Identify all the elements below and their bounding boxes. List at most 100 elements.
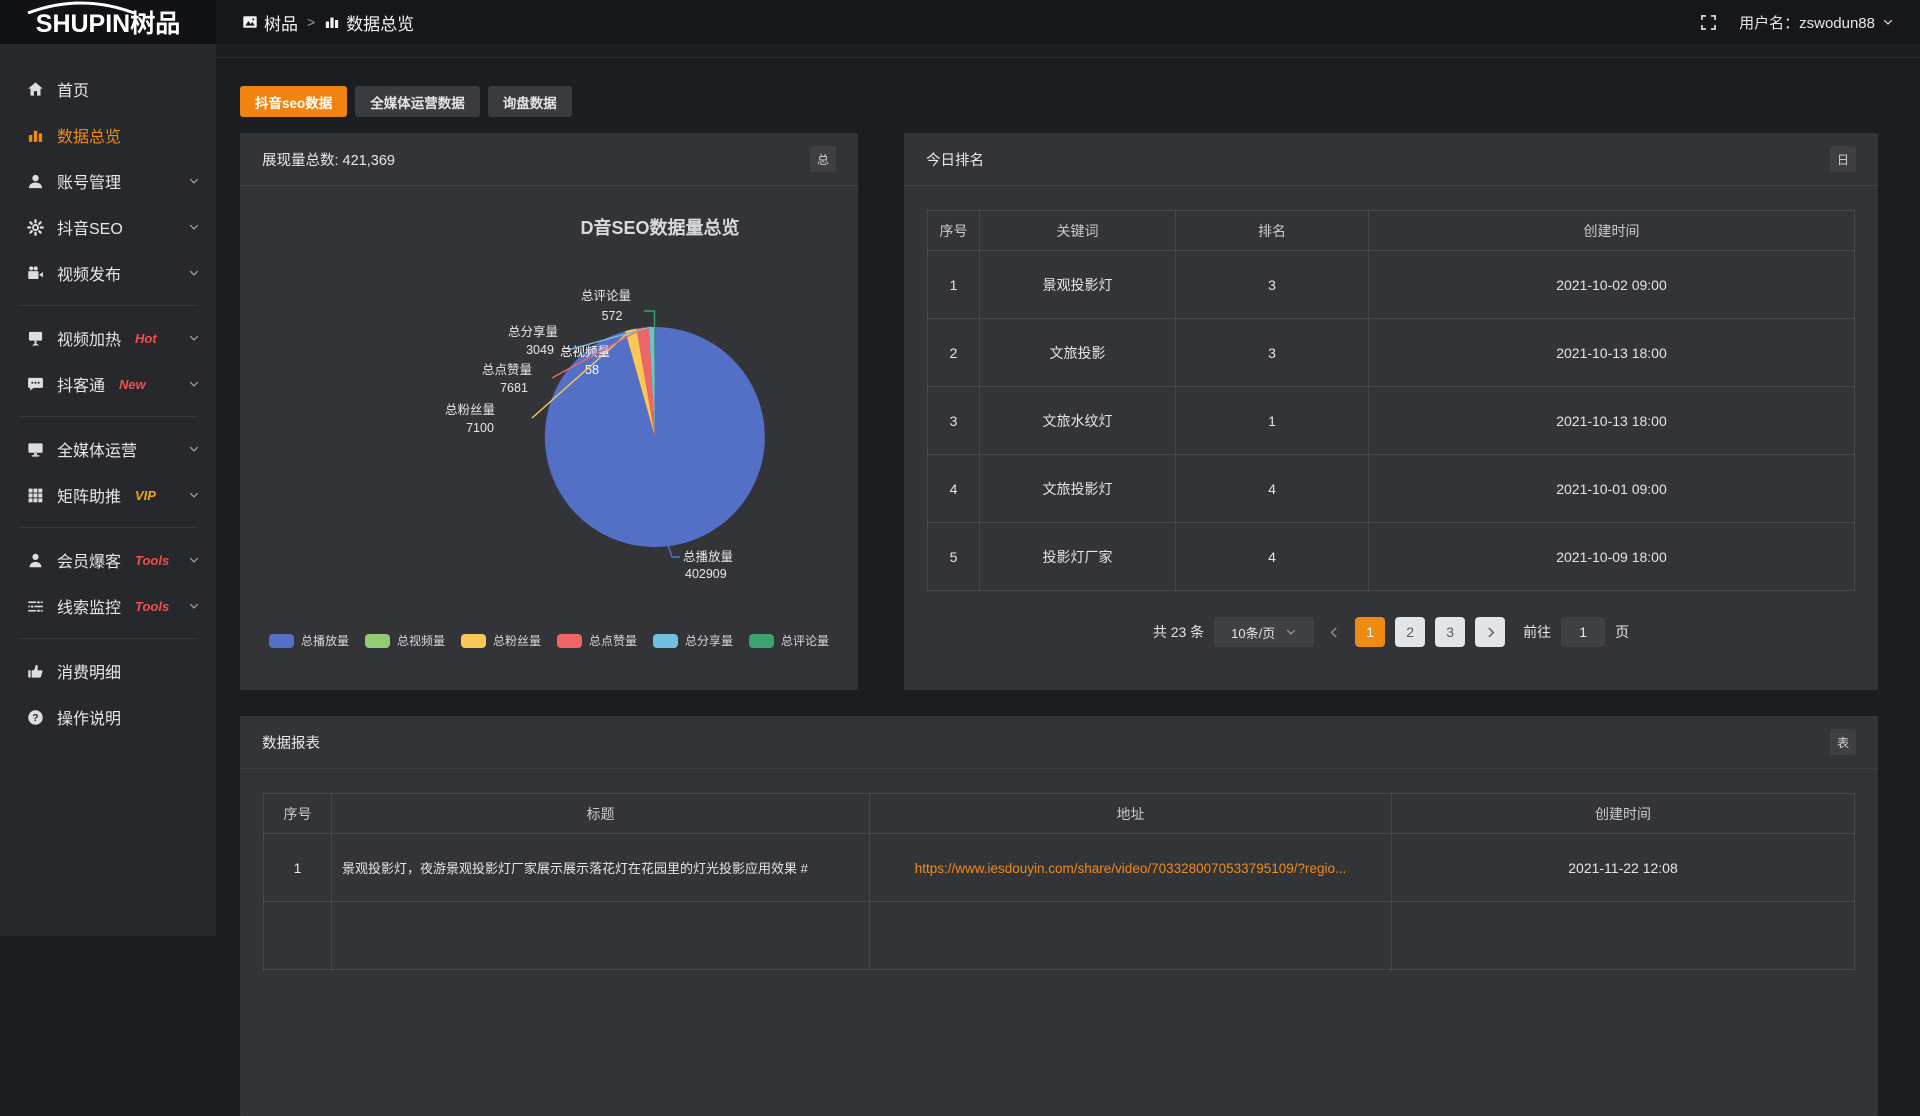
pie-label-value: 7100 [466, 421, 494, 435]
chevron-down-icon [1882, 16, 1894, 28]
page-button-2[interactable]: 2 [1395, 617, 1425, 647]
table-row: 3文旅水纹灯12021-10-13 18:00 [928, 387, 1855, 455]
user-menu[interactable]: 用户名：zswodun88 [1739, 12, 1894, 33]
tab-3[interactable]: 询盘数据 [488, 86, 572, 117]
table-cell: 1 [1176, 387, 1369, 455]
legend-item[interactable]: 总评论量 [749, 632, 829, 649]
sidebar-item-1[interactable]: 首页 [0, 66, 216, 112]
sidebar-item-6[interactable]: 视频加热 Hot [0, 315, 216, 361]
goto-page-input[interactable] [1561, 617, 1605, 647]
total-badge-button[interactable]: 总 [810, 146, 836, 172]
page-button-3[interactable]: 3 [1435, 617, 1465, 647]
legend-item[interactable]: 总点赞量 [557, 632, 637, 649]
sidebar-item-badge: Hot [135, 331, 157, 346]
ranking-header-row: 序号关键词排名创建时间 [928, 211, 1855, 251]
thumb-up-icon [27, 663, 44, 680]
sidebar-item-10[interactable]: 会员爆客 Tools [0, 537, 216, 583]
sidebar-item-9[interactable]: 矩阵助推VIP [0, 472, 216, 518]
column-header: 创建时间 [1369, 211, 1855, 251]
sidebar-item-2[interactable]: 数据总览 [0, 112, 216, 158]
legend-swatch [749, 634, 774, 648]
pie-label-name: 总评论量 [581, 289, 631, 303]
table-row: 2文旅投影32021-10-13 18:00 [928, 319, 1855, 387]
sidebar: 首页数据总览账号管理抖音SEO视频发布视频加热 Hot 抖客通New 全媒体运营矩阵助… [0, 44, 216, 936]
user-icon [27, 173, 44, 190]
report-header-row: 序号标题地址创建时间 [264, 794, 1855, 834]
report-panel: 数据报表 表 序号标题地址创建时间 1景观投影灯，夜游景观投影灯厂家展示展示落花… [240, 716, 1878, 1116]
svg-text:?: ? [32, 712, 38, 723]
sidebar-item-label: 视频加热 [57, 326, 121, 350]
next-page-button[interactable] [1475, 617, 1505, 647]
table-cell: 5 [928, 523, 980, 591]
pie-label-value: 3049 [526, 343, 554, 357]
video-camera-icon [27, 265, 44, 282]
sidebar-item-badge: Tools [135, 553, 169, 568]
sidebar-divider [18, 305, 198, 306]
ranking-title: 今日排名 [926, 149, 984, 170]
bar-chart-icon [324, 14, 340, 30]
gear-icon [27, 219, 44, 236]
sidebar-item-4[interactable]: 抖音SEO [0, 204, 216, 250]
monitor-icon [27, 441, 44, 458]
goto-label: 前往 [1523, 622, 1551, 642]
table-cell: 文旅投影 [980, 319, 1176, 387]
table-cell: 1 [928, 251, 980, 319]
chevron-down-icon [188, 554, 200, 566]
chevron-down-icon [188, 378, 200, 390]
sidebar-item-3[interactable]: 账号管理 [0, 158, 216, 204]
sidebar-item-13[interactable]: ?操作说明 [0, 694, 216, 740]
legend-swatch [269, 634, 294, 648]
legend-item[interactable]: 总播放量 [269, 632, 349, 649]
sidebar-item-12[interactable]: 消费明细 [0, 648, 216, 694]
table-cell: 2021-10-13 18:00 [1369, 387, 1855, 455]
pie-label-value: 7681 [500, 381, 528, 395]
chevron-down-icon [188, 332, 200, 344]
sidebar-item-8[interactable]: 全媒体运营 [0, 426, 216, 472]
sidebar-item-label: 会员爆客 [57, 548, 121, 572]
video-link[interactable]: https://www.iesdouyin.com/share/video/70… [915, 861, 1347, 876]
legend-swatch [461, 634, 486, 648]
prev-page-button[interactable] [1324, 626, 1345, 639]
legend-item[interactable]: 总粉丝量 [461, 632, 541, 649]
chevron-down-icon [188, 221, 200, 233]
breadcrumb-root[interactable]: 树品 [242, 10, 298, 35]
report-table: 序号标题地址创建时间 1景观投影灯，夜游景观投影灯厂家展示展示落花灯在花园里的灯… [263, 793, 1855, 970]
tab-1[interactable]: 抖音seo数据 [240, 86, 347, 117]
table-cell: 3 [1176, 319, 1369, 387]
page-size-select[interactable]: 10条/页 [1214, 617, 1314, 647]
sidebar-item-5[interactable]: 视频发布 [0, 250, 216, 296]
chevron-down-icon [188, 489, 200, 501]
table-badge-button[interactable]: 表 [1830, 729, 1856, 755]
sidebar-item-7[interactable]: 抖客通New [0, 361, 216, 407]
fullscreen-icon[interactable] [1700, 14, 1717, 31]
sidebar-item-label: 全媒体运营 [57, 437, 137, 461]
table-cell: 3 [928, 387, 980, 455]
legend-item[interactable]: 总视频量 [365, 632, 445, 649]
impressions-panel: 展现量总数: 421,369 总 D音SEO数据量总览总播放量402909总视频… [240, 133, 858, 690]
tab-2[interactable]: 全媒体运营数据 [355, 86, 480, 117]
breadcrumb-separator: > [307, 14, 315, 30]
app-logo[interactable]: SHUPIN树品 [0, 0, 216, 44]
table-cell: 4 [928, 455, 980, 523]
table-cell: 投影灯厂家 [980, 523, 1176, 591]
person-icon [27, 552, 44, 569]
pie-label-name: 总播放量 [683, 549, 733, 564]
ranking-panel: 今日排名 日 序号关键词排名创建时间 1景观投影灯32021-10-02 09:… [904, 133, 1878, 690]
legend-label: 总评论量 [781, 632, 829, 649]
sidebar-item-11[interactable]: 线索监控Tools [0, 583, 216, 629]
column-header: 排名 [1176, 211, 1369, 251]
screen-icon [27, 330, 44, 347]
legend-item[interactable]: 总分享量 [653, 632, 733, 649]
gallery-icon [242, 14, 258, 30]
sidebar-item-label: 抖客通 [57, 372, 105, 396]
table-cell: 4 [1176, 523, 1369, 591]
breadcrumb-current[interactable]: 数据总览 [324, 10, 414, 35]
header-divider [216, 44, 1920, 58]
table-row: 4文旅投影灯42021-10-01 09:00 [928, 455, 1855, 523]
pie-label-name: 总粉丝量 [445, 402, 495, 417]
sidebar-divider [18, 527, 198, 528]
question-icon: ? [27, 709, 44, 726]
day-badge-button[interactable]: 日 [1830, 146, 1856, 172]
page-button-1[interactable]: 1 [1355, 617, 1385, 647]
chat-icon [27, 376, 44, 393]
